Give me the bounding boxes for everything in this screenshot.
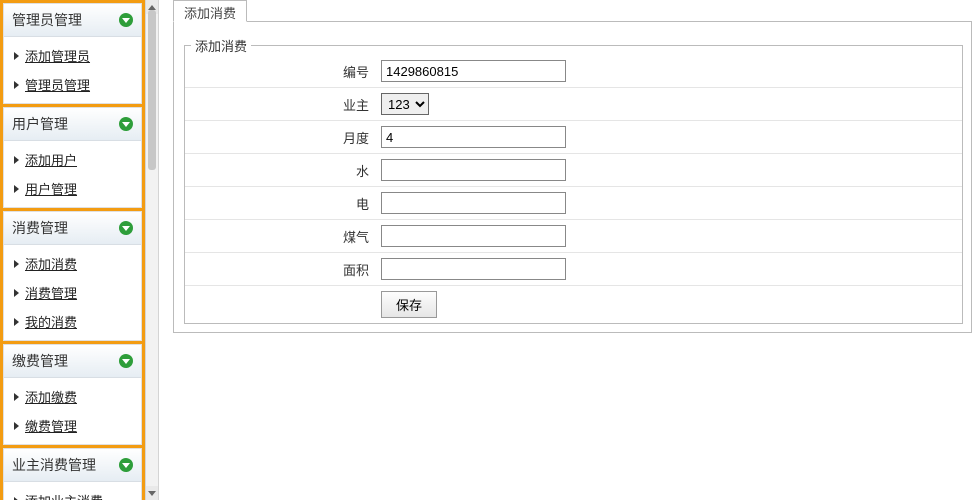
collapse-icon [119, 354, 133, 368]
chevron-right-icon [14, 497, 19, 500]
sidebar-head-user[interactable]: 用户管理 [4, 108, 141, 141]
sidebar-head-pay[interactable]: 缴费管理 [4, 345, 141, 378]
sidebar-list-pay: 添加缴费 缴费管理 [4, 378, 141, 444]
sidebar-group-user: 用户管理 添加用户 用户管理 [3, 107, 142, 208]
sidebar-item-manage-consume[interactable]: 消费管理 [4, 278, 141, 307]
main-content: 添加消费 添加消费 编号 业主 123 [159, 0, 972, 500]
collapse-icon [119, 221, 133, 235]
sidebar-head-label: 管理员管理 [12, 10, 82, 30]
label-month: 月度 [185, 121, 375, 154]
sidebar-item-my-consume[interactable]: 我的消费 [4, 307, 141, 336]
panel: 添加消费 编号 业主 123 [173, 22, 972, 333]
input-water[interactable] [381, 159, 566, 181]
sidebar-group-pay: 缴费管理 添加缴费 缴费管理 [3, 344, 142, 445]
label-area: 面积 [185, 253, 375, 286]
scroll-down-icon[interactable] [146, 486, 158, 500]
label-owner: 业主 [185, 88, 375, 121]
sidebar-group-owner: 业主消费管理 添加业主消费 业主消费管理 我的缴费情况 [3, 448, 142, 500]
sidebar-list-consume: 添加消费 消费管理 我的消费 [4, 245, 141, 340]
sidebar-item-add-admin[interactable]: 添加管理员 [4, 41, 141, 70]
sidebar-group-consume: 消费管理 添加消费 消费管理 我的消费 [3, 211, 142, 341]
sidebar-item-label: 添加管理员 [25, 46, 90, 65]
sidebar-item-label: 缴费管理 [25, 416, 77, 435]
input-electric[interactable] [381, 192, 566, 214]
tab-label: 添加消费 [184, 6, 236, 21]
sidebar-item-label: 我的消费 [25, 312, 77, 331]
chevron-right-icon [14, 81, 19, 89]
sidebar-head-label: 缴费管理 [12, 351, 68, 371]
collapse-icon [119, 13, 133, 27]
sidebar-scrollbar[interactable] [145, 0, 159, 500]
input-area[interactable] [381, 258, 566, 280]
sidebar-head-label: 用户管理 [12, 114, 68, 134]
sidebar-item-label: 添加业主消费 [25, 491, 103, 500]
sidebar-head-admin[interactable]: 管理员管理 [4, 4, 141, 37]
sidebar-item-label: 管理员管理 [25, 75, 90, 94]
chevron-right-icon [14, 156, 19, 164]
sidebar-head-label: 消费管理 [12, 218, 68, 238]
input-month[interactable] [381, 126, 566, 148]
sidebar-item-add-consume[interactable]: 添加消费 [4, 249, 141, 278]
label-number: 编号 [185, 55, 375, 88]
collapse-icon [119, 117, 133, 131]
input-gas[interactable] [381, 225, 566, 247]
chevron-right-icon [14, 260, 19, 268]
sidebar-item-add-pay[interactable]: 添加缴费 [4, 382, 141, 411]
save-button[interactable]: 保存 [381, 291, 437, 318]
sidebar-head-consume[interactable]: 消费管理 [4, 212, 141, 245]
chevron-right-icon [14, 422, 19, 430]
chevron-right-icon [14, 393, 19, 401]
select-owner[interactable]: 123 [381, 93, 429, 115]
chevron-right-icon [14, 318, 19, 326]
sidebar-group-admin: 管理员管理 添加管理员 管理员管理 [3, 3, 142, 104]
scroll-thumb[interactable] [148, 10, 156, 170]
form-legend: 添加消费 [191, 36, 251, 55]
input-number[interactable] [381, 60, 566, 82]
sidebar-item-label: 添加缴费 [25, 387, 77, 406]
form-add-consume: 添加消费 编号 业主 123 [184, 36, 963, 324]
chevron-right-icon [14, 52, 19, 60]
sidebar-item-add-owner-consume[interactable]: 添加业主消费 [4, 486, 141, 500]
chevron-right-icon [14, 185, 19, 193]
sidebar-item-manage-admin[interactable]: 管理员管理 [4, 70, 141, 99]
sidebar-head-label: 业主消费管理 [12, 455, 96, 475]
sidebar-list-user: 添加用户 用户管理 [4, 141, 141, 207]
tab-add-consume[interactable]: 添加消费 [173, 0, 247, 22]
sidebar-item-add-user[interactable]: 添加用户 [4, 145, 141, 174]
chevron-right-icon [14, 289, 19, 297]
sidebar-head-owner[interactable]: 业主消费管理 [4, 449, 141, 482]
sidebar-list-owner: 添加业主消费 业主消费管理 我的缴费情况 [4, 482, 141, 500]
sidebar-list-admin: 添加管理员 管理员管理 [4, 37, 141, 103]
label-gas: 煤气 [185, 220, 375, 253]
sidebar-item-label: 消费管理 [25, 283, 77, 302]
sidebar-item-label: 用户管理 [25, 179, 77, 198]
label-water: 水 [185, 154, 375, 187]
sidebar: 管理员管理 添加管理员 管理员管理 用户管理 [0, 0, 145, 500]
sidebar-item-label: 添加用户 [25, 150, 77, 169]
label-electric: 电 [185, 187, 375, 220]
sidebar-item-label: 添加消费 [25, 254, 77, 273]
sidebar-item-manage-user[interactable]: 用户管理 [4, 174, 141, 203]
tab-bar: 添加消费 [173, 0, 972, 22]
collapse-icon [119, 458, 133, 472]
sidebar-item-manage-pay[interactable]: 缴费管理 [4, 411, 141, 440]
